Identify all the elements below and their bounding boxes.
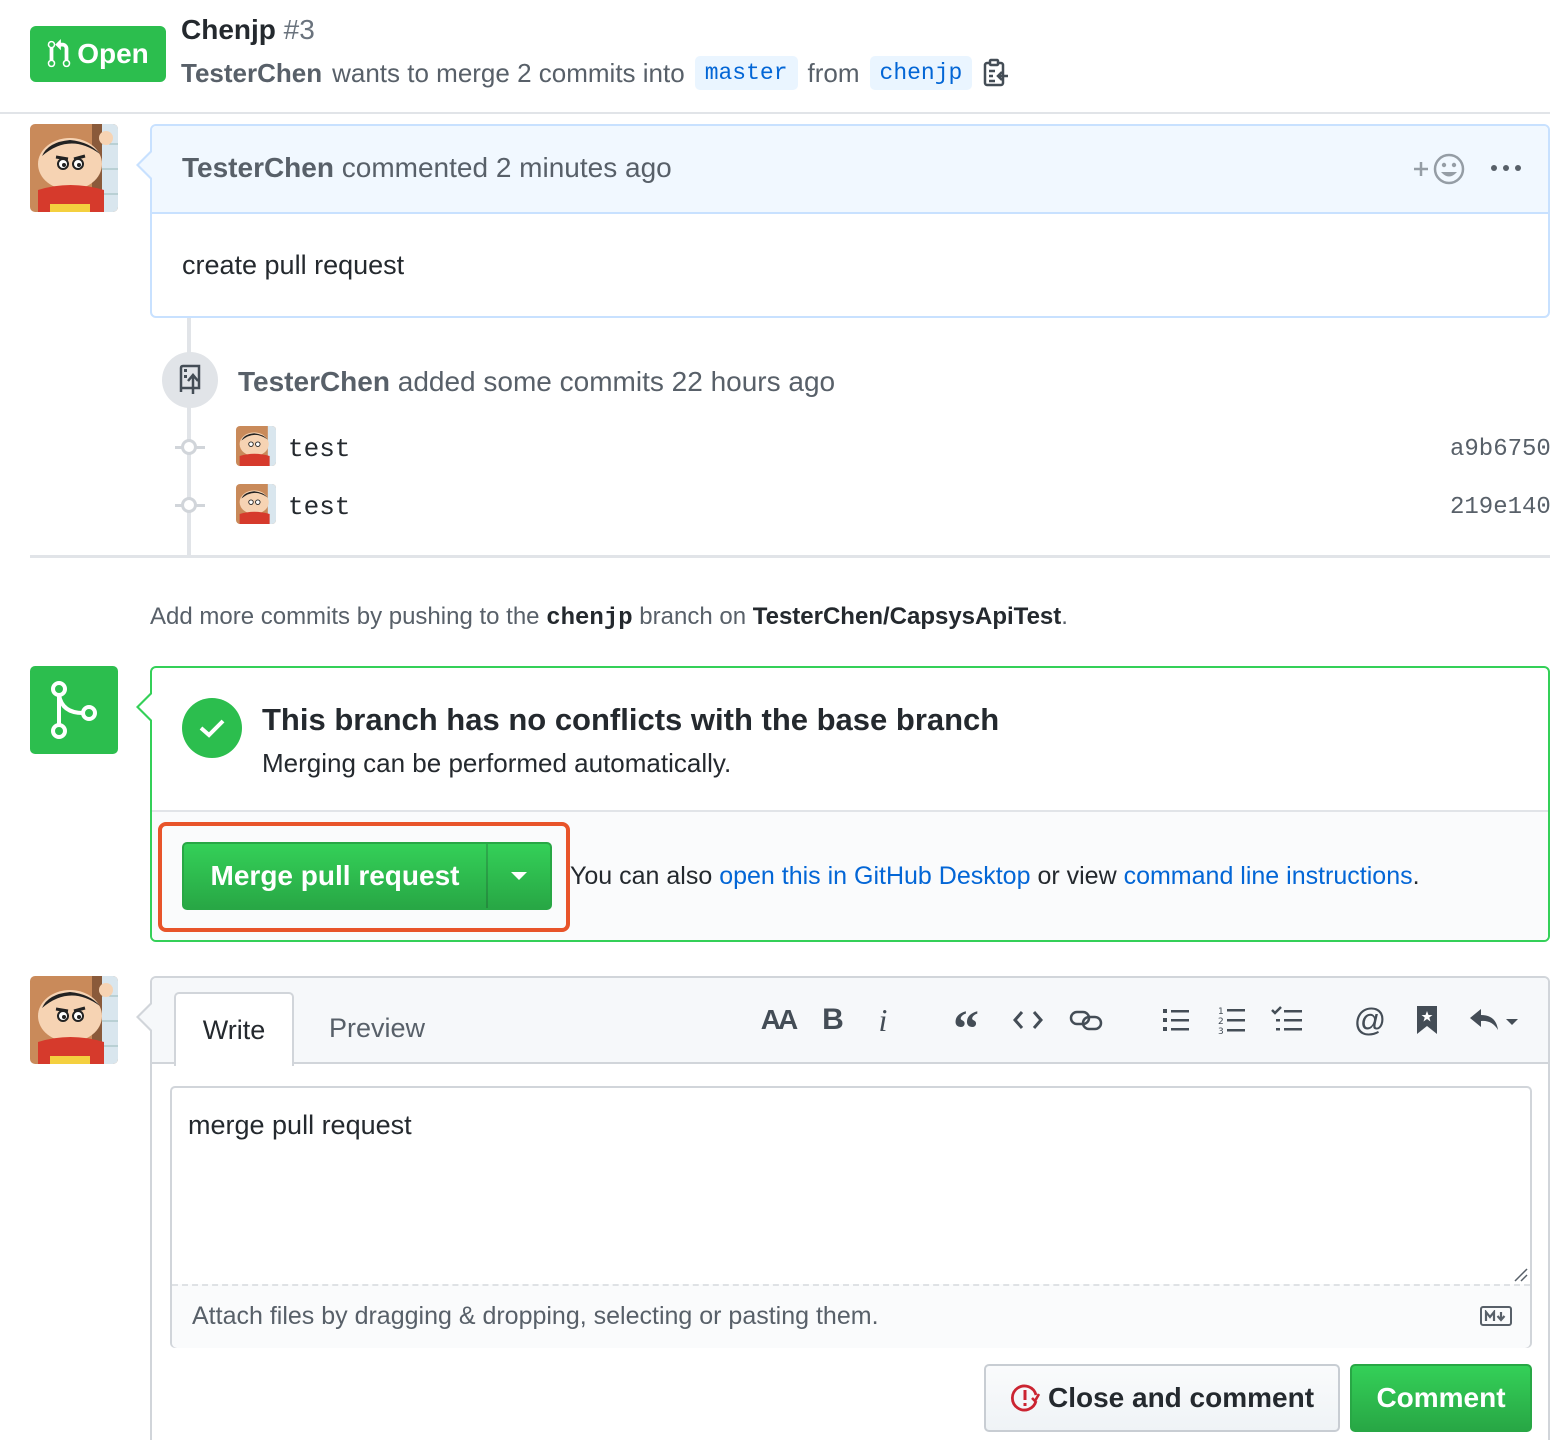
check-circle-icon <box>182 698 242 758</box>
push-hint-repo: TesterChen/CapsysApiTest <box>752 603 1062 630</box>
svg-text:3: 3 <box>1218 1027 1224 1035</box>
comment-box: TesterChen commented 2 minutes ago creat… <box>150 124 1550 318</box>
text-size-glyph: AA <box>760 1004 798 1035</box>
header-divider <box>0 112 1550 114</box>
push-hint-prefix: Add more commits by pushing to the <box>150 603 540 630</box>
merge-alt-suffix: . <box>1412 862 1420 890</box>
bold-icon[interactable]: B <box>818 998 848 1042</box>
more-options-icon[interactable] <box>1490 160 1522 181</box>
timeline-event-action: added some commits 22 hours ago <box>397 366 836 397</box>
head-branch-label[interactable]: chenjp <box>869 56 973 90</box>
command-line-instructions-link[interactable]: command line instructions <box>1124 862 1413 890</box>
italic-icon[interactable]: i <box>870 998 896 1042</box>
comment-caret-inner <box>139 151 153 179</box>
mention-icon[interactable]: @ <box>1352 998 1388 1042</box>
bold-glyph: B <box>822 1003 844 1036</box>
comment-body: create pull request <box>182 250 405 280</box>
link-icon[interactable] <box>1064 998 1108 1042</box>
merge-alternatives: You can also open this in GitHub Desktop… <box>570 862 1420 891</box>
avatar[interactable] <box>30 124 118 212</box>
merge-box: This branch has no conflicts with the ba… <box>150 666 1550 942</box>
form-header: Write Preview AA B i “ 1 2 3 @ <box>152 978 1548 1066</box>
task-list-icon[interactable] <box>1268 998 1306 1042</box>
merge-alt-middle: or view <box>1037 862 1117 890</box>
comment-textarea-value: merge pull request <box>188 1110 412 1140</box>
close-and-comment-button[interactable]: Close and comment <box>984 1364 1340 1432</box>
quote-icon[interactable]: “ <box>946 998 986 1058</box>
pr-state-label: Open <box>77 38 149 69</box>
merge-status-badge <box>30 666 118 754</box>
commit-dot <box>181 439 197 455</box>
issue-closed-icon <box>1011 1384 1040 1412</box>
form-caret-inner <box>139 1003 153 1031</box>
timeline-divider <box>30 555 1550 558</box>
svg-text:1: 1 <box>1218 1007 1224 1017</box>
tab-preview[interactable]: Preview <box>302 992 452 1064</box>
open-github-desktop-link[interactable]: open this in GitHub Desktop <box>719 862 1030 890</box>
comment-header: TesterChen commented 2 minutes ago <box>152 126 1548 214</box>
highlight-annotation <box>158 822 570 932</box>
bullet-list-icon[interactable] <box>1158 998 1194 1042</box>
comment-header-text: TesterChen commented 2 minutes ago <box>182 152 672 184</box>
base-branch-label[interactable]: master <box>694 56 798 90</box>
commit-sha-link[interactable]: 219e140 <box>1450 494 1550 521</box>
pr-title-text: Chenjp <box>181 14 276 45</box>
comment-action: commented 2 minutes ago <box>341 152 672 183</box>
push-hint-suffix: . <box>1061 603 1068 630</box>
pr-title: Chenjp #3 <box>181 14 315 46</box>
merge-caret-inner <box>139 693 153 721</box>
commit-avatar[interactable] <box>236 484 276 524</box>
merge-status-subtitle: Merging can be performed automatically. <box>262 748 732 778</box>
italic-glyph: i <box>878 1001 888 1038</box>
commit-message-link[interactable]: test <box>288 434 350 464</box>
push-hint: Add more commits by pushing to the chenj… <box>150 603 1068 632</box>
numbered-list-icon[interactable]: 1 2 3 <box>1214 998 1250 1042</box>
code-icon[interactable] <box>1008 998 1048 1042</box>
pr-from-text: from <box>807 57 860 88</box>
repo-push-icon <box>179 364 201 394</box>
commit-sha-link[interactable]: a9b6750 <box>1450 436 1550 463</box>
comment-button[interactable]: Comment <box>1350 1364 1532 1432</box>
timeline-event-text: TesterChen added some commits 22 hours a… <box>238 366 835 398</box>
add-reaction-icon[interactable] <box>1410 150 1468 193</box>
pr-meta: TesterChen wants to merge 2 commits into… <box>181 52 1010 94</box>
git-merge-icon <box>51 681 97 739</box>
merge-alt-prefix: You can also <box>570 862 713 890</box>
file-drop-zone[interactable]: Attach files by dragging & dropping, sel… <box>172 1284 1530 1348</box>
mention-glyph: @ <box>1353 1001 1387 1038</box>
new-comment-form: Write Preview AA B i “ 1 2 3 @ merge pul… <box>150 976 1550 1440</box>
timeline-badge <box>162 352 218 408</box>
pr-state-badge: Open <box>30 26 166 82</box>
bookmark-icon[interactable] <box>1410 998 1444 1042</box>
tab-write[interactable]: Write <box>174 992 294 1066</box>
copy-branch-icon[interactable] <box>982 58 1010 88</box>
push-hint-branch: chenjp <box>546 605 633 632</box>
reply-icon[interactable] <box>1466 998 1524 1042</box>
pr-merge-text: wants to merge 2 commits into <box>332 57 685 88</box>
merge-status-title: This branch has no conflicts with the ba… <box>262 702 1000 737</box>
commit-message-link[interactable]: test <box>288 492 350 522</box>
pr-author-link[interactable]: TesterChen <box>181 58 322 89</box>
markdown-icon[interactable] <box>1480 1306 1512 1326</box>
pull-request-icon <box>47 39 71 68</box>
avatar[interactable] <box>30 976 118 1064</box>
text-size-icon[interactable]: AA <box>756 998 800 1042</box>
merge-actions: Merge pull request You can also open thi… <box>152 810 1548 940</box>
commit-avatar[interactable] <box>236 426 276 466</box>
close-and-comment-label: Close and comment <box>1047 1382 1315 1413</box>
pr-number: #3 <box>283 14 315 45</box>
resize-grip-icon[interactable] <box>1512 1266 1528 1282</box>
svg-text:2: 2 <box>1218 1017 1224 1027</box>
quote-glyph: “ <box>953 1000 979 1058</box>
comment-author-link[interactable]: TesterChen <box>182 152 334 183</box>
push-hint-middle: branch on <box>639 603 747 630</box>
comment-textarea[interactable]: merge pull request Attach files by dragg… <box>170 1086 1532 1348</box>
commit-dot <box>181 497 197 513</box>
timeline-author-link[interactable]: TesterChen <box>238 366 390 397</box>
attach-files-text: Attach files by dragging & dropping, sel… <box>192 1302 879 1330</box>
